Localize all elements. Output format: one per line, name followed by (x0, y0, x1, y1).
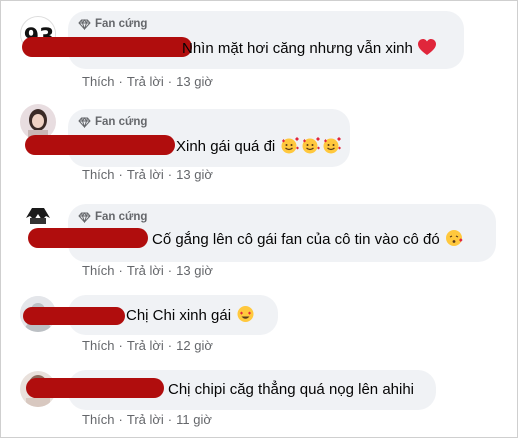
comment-text: Xinh gái quá đi (176, 136, 342, 157)
comment-bubble: Fan cứng Xinh gái quá đi (25, 109, 350, 167)
separator: · (118, 167, 123, 182)
separator: · (167, 338, 173, 353)
comment-section: 93 Fan cứng Nhìn mặt hơi căng nhưng vẫn … (0, 0, 518, 438)
fan-badge: Fan cứng (78, 17, 147, 31)
like-link[interactable]: Thích (82, 263, 115, 278)
comment-bubble: Fan cứng Cố gắng lên cô gái fan của cô t… (28, 204, 496, 262)
timestamp[interactable]: 13 giờ (176, 74, 213, 89)
comment-actions: Thích · Trả lời · 13 giờ (82, 167, 213, 182)
smiling-face-with-hearts-icon (323, 137, 342, 154)
reply-link[interactable]: Trả lời (127, 338, 164, 353)
like-link[interactable]: Thích (82, 412, 115, 427)
red-heart-icon (418, 39, 437, 55)
separator: · (167, 167, 173, 182)
redacted-name (22, 37, 192, 57)
fan-badge: Fan cứng (78, 115, 147, 129)
fan-badge: Fan cứng (78, 210, 147, 224)
diamond-icon (78, 211, 91, 223)
badge-label: Fan cứng (95, 116, 148, 128)
timestamp[interactable]: 12 giờ (176, 338, 213, 353)
comment-text: Nhìn mặt hơi căng nhưng vẫn xinh (182, 39, 437, 59)
separator: · (118, 412, 123, 427)
comment-bubble: Chị Chi xinh gái (23, 295, 278, 335)
separator: · (167, 74, 173, 89)
diamond-icon (78, 18, 91, 30)
reply-link[interactable]: Trả lời (127, 412, 164, 427)
face-blowing-kiss-icon (445, 230, 463, 246)
separator: · (167, 412, 173, 427)
reply-link[interactable]: Trả lời (127, 167, 164, 182)
comment-actions: Thích · Trả lời · 13 giờ (82, 263, 213, 278)
separator: · (118, 338, 123, 353)
separator: · (118, 263, 123, 278)
diamond-icon (78, 116, 91, 128)
comment-bubble: Fan cứng Nhìn mặt hơi căng nhưng vẫn xin… (22, 11, 464, 69)
smiling-face-with-hearts-icon (281, 137, 300, 154)
redacted-name (26, 378, 164, 398)
comment-text: Chị chipi căg thẳng quá nọg lên ahihi (168, 381, 415, 398)
comment-bubble: Chị chipi căg thẳng quá nọg lên ahihi (26, 370, 436, 410)
separator: · (118, 74, 123, 89)
reply-link[interactable]: Trả lời (127, 263, 164, 278)
timestamp[interactable]: 13 giờ (176, 167, 213, 182)
redacted-name (23, 307, 125, 325)
heart-eyes-icon (237, 306, 254, 322)
separator: · (167, 263, 173, 278)
comment-actions: Thích · Trả lời · 12 giờ (82, 338, 213, 353)
timestamp[interactable]: 11 giờ (176, 412, 212, 427)
comment-text: Chị Chi xinh gái (126, 305, 255, 326)
badge-label: Fan cứng (95, 211, 148, 223)
timestamp[interactable]: 13 giờ (176, 263, 213, 278)
redacted-name (25, 135, 175, 155)
like-link[interactable]: Thích (82, 338, 115, 353)
badge-label: Fan cứng (95, 18, 148, 30)
comment-text: Cố gắng lên cô gái fan của cô tin vào cô… (152, 229, 465, 250)
like-link[interactable]: Thích (82, 167, 115, 182)
reply-link[interactable]: Trả lời (127, 74, 164, 89)
like-link[interactable]: Thích (82, 74, 115, 89)
redacted-name (28, 228, 148, 248)
comment-actions: Thích · Trả lời · 13 giờ (82, 74, 213, 89)
smiling-face-with-hearts-icon (302, 137, 321, 154)
comment-actions: Thích · Trả lời · 11 giờ (82, 412, 212, 427)
